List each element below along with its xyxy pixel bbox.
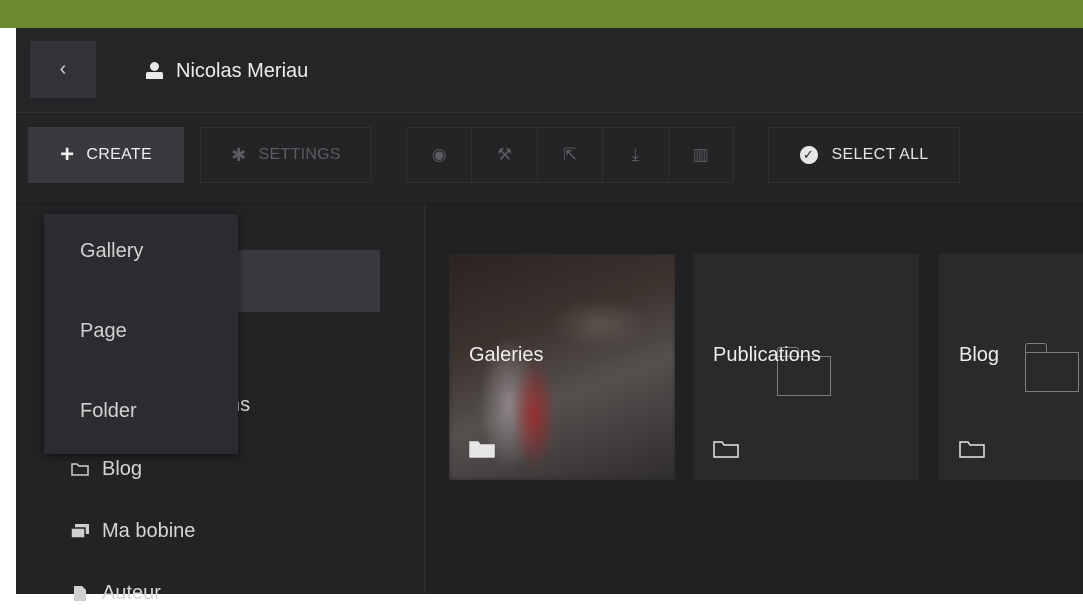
folder-icon [959,441,985,458]
folder-icon [469,441,495,458]
user-icon [144,61,166,81]
menu-item-folder[interactable]: Folder [80,400,137,423]
create-label: CREATE [86,146,152,163]
user-name: Nicolas Meriau [176,59,309,82]
gear-icon: ✱ [231,144,247,165]
app-window: ‹ Nicolas Meriau + CREATE ✱ SETTINGS ◉ ⚒… [16,28,1083,604]
sidebar-item-label: Blog [102,457,143,480]
menu-item-gallery[interactable]: Gallery [80,240,143,263]
tile-label: Publications [713,344,821,366]
eye-icon: ◉ [431,145,447,164]
tile-label: Blog [959,344,1000,366]
sidebar-item-auteur[interactable]: Auteur [70,578,161,608]
folder-icon [70,462,90,476]
sidebar-item-label: Ma bobine [102,519,196,542]
tile-blog[interactable]: Blog [939,254,1083,480]
create-menu: Gallery Page Folder [44,214,238,454]
top-bar [0,0,1083,28]
create-button[interactable]: + CREATE [28,127,184,183]
share-button[interactable]: ⇱ [538,128,604,182]
window-margin [0,28,16,594]
tile-galeries[interactable]: Galeries [449,254,675,480]
folder-icon [713,441,739,458]
share-icon: ⇱ [562,145,578,164]
gallery-icon [70,523,90,539]
settings-label: SETTINGS [258,146,341,163]
plus-icon: + [60,141,75,168]
settings-button[interactable]: ✱ SETTINGS [200,127,372,183]
content-grid: Galeries Publications Blog [425,204,1083,594]
sidebar-item-ma-bobine[interactable]: Ma bobine [70,516,195,546]
user-profile[interactable]: Nicolas Meriau [144,57,308,85]
menu-item-page[interactable]: Page [80,320,127,343]
select-all-label: SELECT ALL [831,146,929,163]
sidebar-item-blog[interactable]: Blog [70,454,142,484]
header: ‹ Nicolas Meriau [16,28,1083,113]
toolbar: + CREATE ✱ SETTINGS ◉ ⚒ ⇱ ⤓ ▥ ✓ SELECT A… [16,113,1083,204]
trash-icon: ▥ [692,145,709,164]
folder-outline-icon [1025,343,1079,392]
sidebar-item-label: Auteur [102,581,161,604]
delete-button[interactable]: ▥ [669,128,733,182]
download-button[interactable]: ⤓ [603,128,669,182]
wrench-icon: ⚒ [496,145,513,164]
page-icon [70,585,90,602]
check-circle-icon: ✓ [799,146,818,164]
edit-button[interactable]: ⚒ [472,128,538,182]
download-icon: ⤓ [631,145,640,164]
action-icon-group: ◉ ⚒ ⇱ ⤓ ▥ [406,127,734,183]
chevron-left-icon: ‹ [59,58,67,80]
select-all-button[interactable]: ✓ SELECT ALL [768,127,960,183]
tile-label: Galeries [469,344,544,366]
back-button[interactable]: ‹ [30,41,96,98]
tile-publications[interactable]: Publications [693,254,919,480]
view-button[interactable]: ◉ [407,128,473,182]
